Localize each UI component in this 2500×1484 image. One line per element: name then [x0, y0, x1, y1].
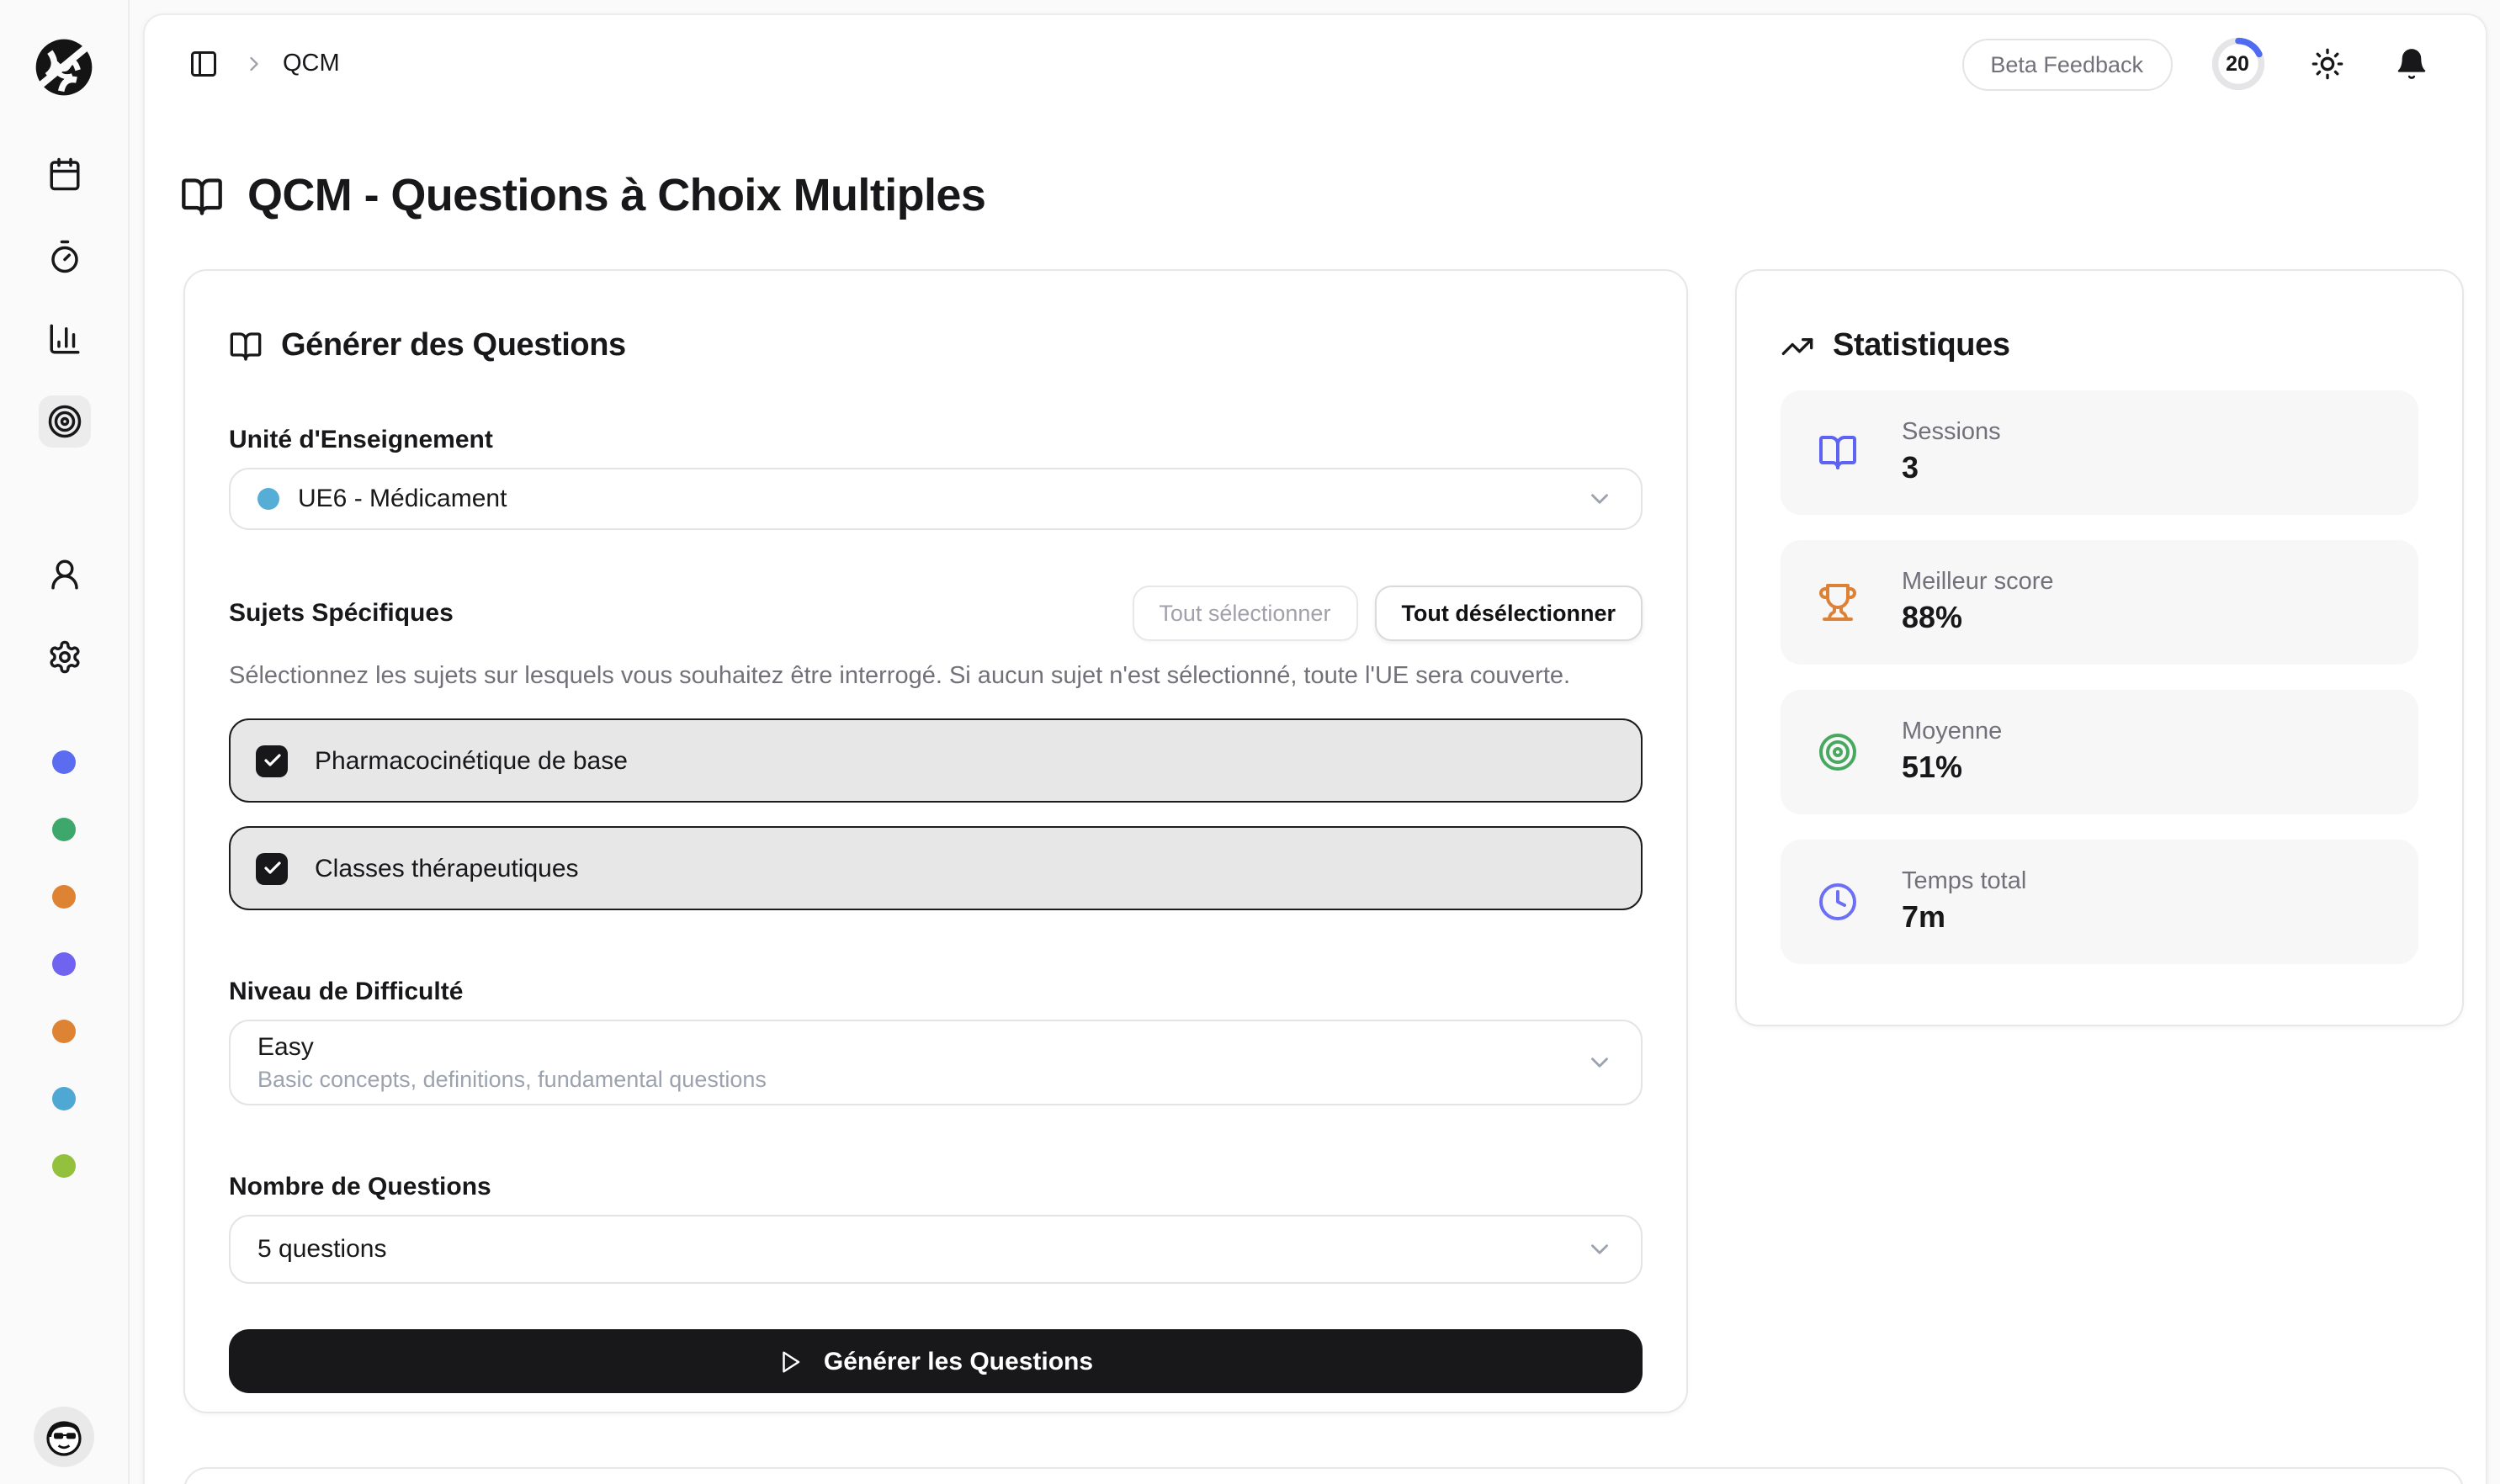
ue-dot-3[interactable] [52, 885, 76, 909]
page-title: QCM - Questions à Choix Multiples [180, 170, 985, 222]
checkbox-checked-icon[interactable] [256, 852, 288, 884]
subjects-label: Sujets Spécifiques [229, 599, 454, 628]
credits-value: 20 [2209, 35, 2266, 93]
panel-left-icon [188, 49, 219, 79]
app-logo-icon[interactable] [30, 34, 98, 101]
ue-select-value: UE6 - Médicament [298, 485, 507, 513]
checkbox-checked-icon[interactable] [256, 745, 288, 776]
bell-icon [2394, 47, 2428, 81]
subject-checkbox-row[interactable]: Pharmacocinétique de base [229, 718, 1643, 803]
difficulty-value: Easy [257, 1033, 767, 1062]
generator-card: Générer des Questions Unité d'Enseigneme… [183, 269, 1688, 1413]
topbar: QCM Beta Feedback 20 [145, 15, 2485, 113]
sidebar-item-settings[interactable] [38, 631, 90, 683]
chevron-down-icon [1585, 1235, 1614, 1264]
ue-label: Unité d'Enseignement [229, 426, 1643, 454]
sidebar-nav [38, 148, 90, 683]
target-icon [1818, 732, 1858, 772]
stat-best-score: Meilleur score 88% [1781, 540, 2418, 665]
question-count-select[interactable]: 5 questions [229, 1215, 1643, 1284]
sidebar-item-timer[interactable] [38, 231, 90, 283]
ue-dot-4[interactable] [52, 952, 76, 976]
sidebar-ue-dots [52, 750, 76, 1178]
play-icon [778, 1349, 804, 1374]
sidebar-item-calendar[interactable] [38, 148, 90, 200]
stats-card: Statistiques Sessions 3 Meilleur score 8… [1735, 269, 2464, 1026]
difficulty-select[interactable]: Easy Basic concepts, definitions, fundam… [229, 1020, 1643, 1105]
notifications-button[interactable] [2387, 40, 2434, 87]
sidebar-item-qcm-active[interactable] [38, 395, 90, 448]
credits-progress-ring[interactable]: 20 [2209, 35, 2266, 93]
generator-card-header: Générer des Questions [229, 328, 1643, 365]
gear-icon [46, 639, 82, 675]
book-open-icon [180, 174, 224, 218]
sidebar-item-profile[interactable] [38, 549, 90, 601]
select-all-button[interactable]: Tout sélectionner [1132, 586, 1357, 641]
bar-chart-icon [46, 321, 82, 357]
sun-icon [2310, 47, 2343, 81]
subjects-hint: Sélectionnez les sujets sur lesquels vou… [229, 658, 1643, 695]
chevron-down-icon [1585, 485, 1614, 513]
stat-total-time: Temps total 7m [1781, 840, 2418, 964]
trophy-icon [1818, 582, 1858, 623]
user-icon [46, 557, 82, 592]
chevron-down-icon [1585, 1048, 1614, 1077]
theme-toggle-button[interactable] [2303, 40, 2350, 87]
ue-dot-7[interactable] [52, 1154, 76, 1178]
book-open-icon [1818, 432, 1858, 473]
ue-dot-5[interactable] [52, 1020, 76, 1043]
question-count-label: Nombre de Questions [229, 1173, 1643, 1201]
deselect-all-button[interactable]: Tout désélectionner [1374, 586, 1643, 641]
stat-sessions: Sessions 3 [1781, 390, 2418, 515]
ue-dot-1[interactable] [52, 750, 76, 774]
calendar-icon [46, 156, 82, 192]
sidebar-item-stats[interactable] [38, 313, 90, 365]
book-open-icon [229, 330, 263, 363]
ue-select[interactable]: UE6 - Médicament [229, 468, 1643, 530]
ue-dot-6[interactable] [52, 1087, 76, 1110]
bottom-card [183, 1467, 2464, 1484]
clock-icon [1818, 882, 1858, 922]
beta-feedback-button[interactable]: Beta Feedback [1961, 38, 2172, 90]
generate-questions-button[interactable]: Générer les Questions [229, 1329, 1643, 1393]
sidebar-toggle-button[interactable] [182, 42, 226, 86]
trending-up-icon [1781, 330, 1814, 363]
timer-icon [46, 239, 82, 274]
target-icon [46, 404, 82, 439]
subject-checkbox-row[interactable]: Classes thérapeutiques [229, 826, 1643, 910]
question-count-value: 5 questions [257, 1235, 386, 1264]
difficulty-label: Niveau de Difficulté [229, 978, 1643, 1006]
stats-card-header: Statistiques [1781, 328, 2418, 365]
ue-color-dot [257, 488, 279, 510]
ue-dot-2[interactable] [52, 818, 76, 841]
breadcrumb: QCM [283, 50, 340, 77]
avatar[interactable] [34, 1407, 94, 1467]
chevron-right-icon [242, 52, 266, 76]
difficulty-hint: Basic concepts, definitions, fundamental… [257, 1067, 767, 1092]
sidebar [0, 0, 130, 1484]
stat-average: Moyenne 51% [1781, 690, 2418, 814]
main-panel: QCM Beta Feedback 20 [143, 13, 2487, 1484]
